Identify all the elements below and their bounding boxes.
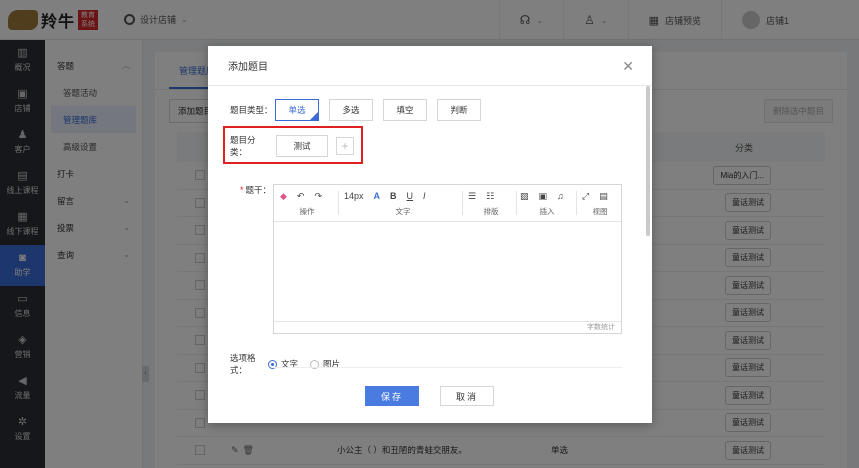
save-button[interactable]: 保存 [365,386,419,406]
group-caption: 插入 [539,207,555,216]
option-text-label: 文字 [281,359,299,369]
editor-toolbar: ◆ ↶ ↷ 操作 14px A B U I 文字 ☰ ☷ 排版 ▨ ▣ ♫ 插入… [274,185,621,222]
image-icon[interactable]: ▨ [520,191,529,202]
bold-icon[interactable]: B [390,191,397,201]
dialog-scrollbar[interactable] [646,86,650,236]
close-icon[interactable]: ✕ [622,59,634,73]
option-format-label: 选项格式： [230,353,256,375]
type-single-button[interactable]: 单选 [275,99,319,121]
question-category-label: 题目分类： [230,135,256,157]
redo-icon[interactable]: ↷ [314,191,322,202]
eraser-icon[interactable]: ◆ [280,191,287,202]
add-category-button[interactable]: + [336,137,354,155]
video-icon[interactable]: ▣ [539,191,548,202]
dialog-title: 添加题目 [228,62,268,73]
question-type-label: 题目类型： [230,105,273,115]
list-icon[interactable]: ☷ [486,191,494,202]
stem-label: 题干： [245,185,272,195]
editor-body[interactable] [274,222,621,322]
rich-text-editor: ◆ ↶ ↷ 操作 14px A B U I 文字 ☰ ☷ 排版 ▨ ▣ ♫ 插入… [273,184,622,334]
fullscreen-icon[interactable]: ⤢ [582,191,589,202]
cancel-button[interactable]: 取消 [440,386,494,406]
type-fill-button[interactable]: 填空 [383,99,427,121]
undo-icon[interactable]: ↶ [297,191,305,202]
font-color-icon[interactable]: A [374,191,381,201]
align-icon[interactable]: ☰ [468,191,476,202]
word-count: 字数统计 [274,321,621,333]
group-caption: 排版 [483,207,499,216]
option-image-label: 图片 [323,359,341,369]
music-icon[interactable]: ♫ [557,191,564,201]
font-size-select[interactable]: 14px [344,191,364,201]
italic-icon[interactable]: I [423,191,426,201]
category-chip[interactable]: 测试 [276,135,328,157]
required-marker: * [240,185,244,195]
type-multiple-button[interactable]: 多选 [329,99,373,121]
group-caption: 文字 [395,207,411,216]
group-caption: 操作 [299,207,315,216]
add-question-dialog: 添加题目 ✕ 题目类型： 单选 多选 填空 判断 题目分类： 测试 + * 题干… [208,46,652,423]
type-judge-button[interactable]: 判断 [437,99,481,121]
preview-icon[interactable]: ▤ [599,191,608,202]
group-caption: 视图 [592,207,608,216]
underline-icon[interactable]: U [407,191,414,201]
divider [273,367,622,368]
